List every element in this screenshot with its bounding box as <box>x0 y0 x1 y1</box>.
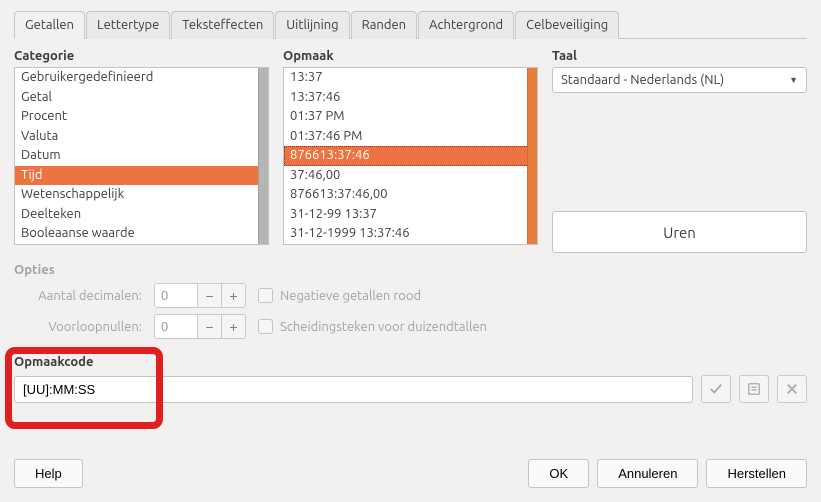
label-language: Taal <box>552 49 807 63</box>
ok-button[interactable]: OK <box>528 459 589 488</box>
scrollbar[interactable] <box>258 68 268 244</box>
list-item[interactable]: 13:37 <box>284 68 537 88</box>
category-list[interactable]: Gebruikergedefinieerd Getal Procent Valu… <box>14 67 269 245</box>
list-item[interactable]: Valuta <box>15 127 268 147</box>
reset-button[interactable]: Herstellen <box>706 459 807 488</box>
label-options: Opties <box>14 263 807 277</box>
tab-cellprotection[interactable]: Celbeveiliging <box>515 11 619 39</box>
preview-value: Uren <box>663 224 696 241</box>
list-item[interactable]: 1999-12-31 13:37:46 <box>284 244 537 246</box>
label-format: Opmaak <box>283 49 538 63</box>
formatcode-input[interactable] <box>14 376 693 403</box>
list-item[interactable]: 31-12-99 13:37 <box>284 205 537 225</box>
checkbox-icon <box>258 288 273 303</box>
tab-font[interactable]: Lettertype <box>86 11 170 39</box>
thousandssep-label: Scheidingsteken voor duizendtallen <box>280 320 487 334</box>
format-list[interactable]: 13:37 13:37:46 01:37 PM 01:37:46 PM 8766… <box>283 67 538 245</box>
preview-box: Uren <box>552 211 807 253</box>
negative-red-label: Negatieve getallen rood <box>280 289 421 303</box>
apply-button[interactable] <box>701 375 731 403</box>
label-formatcode: Opmaakcode <box>14 355 807 369</box>
decimals-input[interactable] <box>155 284 197 307</box>
list-item[interactable]: 13:37:46 <box>284 88 537 108</box>
language-select[interactable]: Standaard - Nederlands (NL) ▼ <box>552 67 807 93</box>
list-item[interactable]: 876613:37:46,00 <box>284 185 537 205</box>
list-item[interactable]: 876613:37:46 <box>284 146 537 166</box>
tab-bar: Getallen Lettertype Teksteffecten Uitlij… <box>14 10 807 39</box>
close-icon <box>785 382 799 396</box>
label-decimals: Aantal decimalen: <box>14 289 142 303</box>
help-button[interactable]: Help <box>14 459 83 488</box>
list-item[interactable]: Getal <box>15 88 268 108</box>
tab-texteffects[interactable]: Teksteffecten <box>171 11 274 39</box>
chevron-down-icon: ▼ <box>789 75 798 85</box>
tab-borders[interactable]: Randen <box>351 11 417 39</box>
list-item[interactable]: Tekst <box>15 244 268 246</box>
leadingzeros-input[interactable] <box>155 315 197 338</box>
note-icon <box>747 382 761 396</box>
cancel-button[interactable]: Annuleren <box>597 459 698 488</box>
list-item[interactable]: Booleaanse waarde <box>15 224 268 244</box>
tab-background[interactable]: Achtergrond <box>418 11 514 39</box>
tab-numbers[interactable]: Getallen <box>14 11 85 39</box>
list-item[interactable]: Datum <box>15 146 268 166</box>
list-item[interactable]: 37:46,00 <box>284 166 537 186</box>
decimals-minus[interactable]: − <box>197 284 221 307</box>
decimals-plus[interactable]: + <box>221 284 245 307</box>
negative-red-checkbox[interactable]: Negatieve getallen rood <box>258 288 421 303</box>
leadingzeros-stepper[interactable]: − + <box>154 314 246 339</box>
list-item[interactable]: 01:37:46 PM <box>284 127 537 147</box>
list-item[interactable]: Tijd <box>15 166 268 186</box>
edit-comment-button[interactable] <box>739 375 769 403</box>
language-selected: Standaard - Nederlands (NL) <box>561 73 724 87</box>
remove-button[interactable] <box>777 375 807 403</box>
label-leadingzeros: Voorloopnullen: <box>14 320 142 334</box>
thousandssep-checkbox[interactable]: Scheidingsteken voor duizendtallen <box>258 319 487 334</box>
list-item[interactable]: Procent <box>15 107 268 127</box>
list-item[interactable]: 01:37 PM <box>284 107 537 127</box>
tab-alignment[interactable]: Uitlijning <box>275 11 349 39</box>
list-item[interactable]: 31-12-1999 13:37:46 <box>284 224 537 244</box>
leadingzeros-plus[interactable]: + <box>221 315 245 338</box>
checkbox-icon <box>258 319 273 334</box>
label-category: Categorie <box>14 49 269 63</box>
list-item[interactable]: Wetenschappelijk <box>15 185 268 205</box>
scrollbar[interactable] <box>527 68 537 244</box>
check-icon <box>709 382 723 396</box>
decimals-stepper[interactable]: − + <box>154 283 246 308</box>
list-item[interactable]: Deelteken <box>15 205 268 225</box>
leadingzeros-minus[interactable]: − <box>197 315 221 338</box>
list-item[interactable]: Gebruikergedefinieerd <box>15 68 268 88</box>
